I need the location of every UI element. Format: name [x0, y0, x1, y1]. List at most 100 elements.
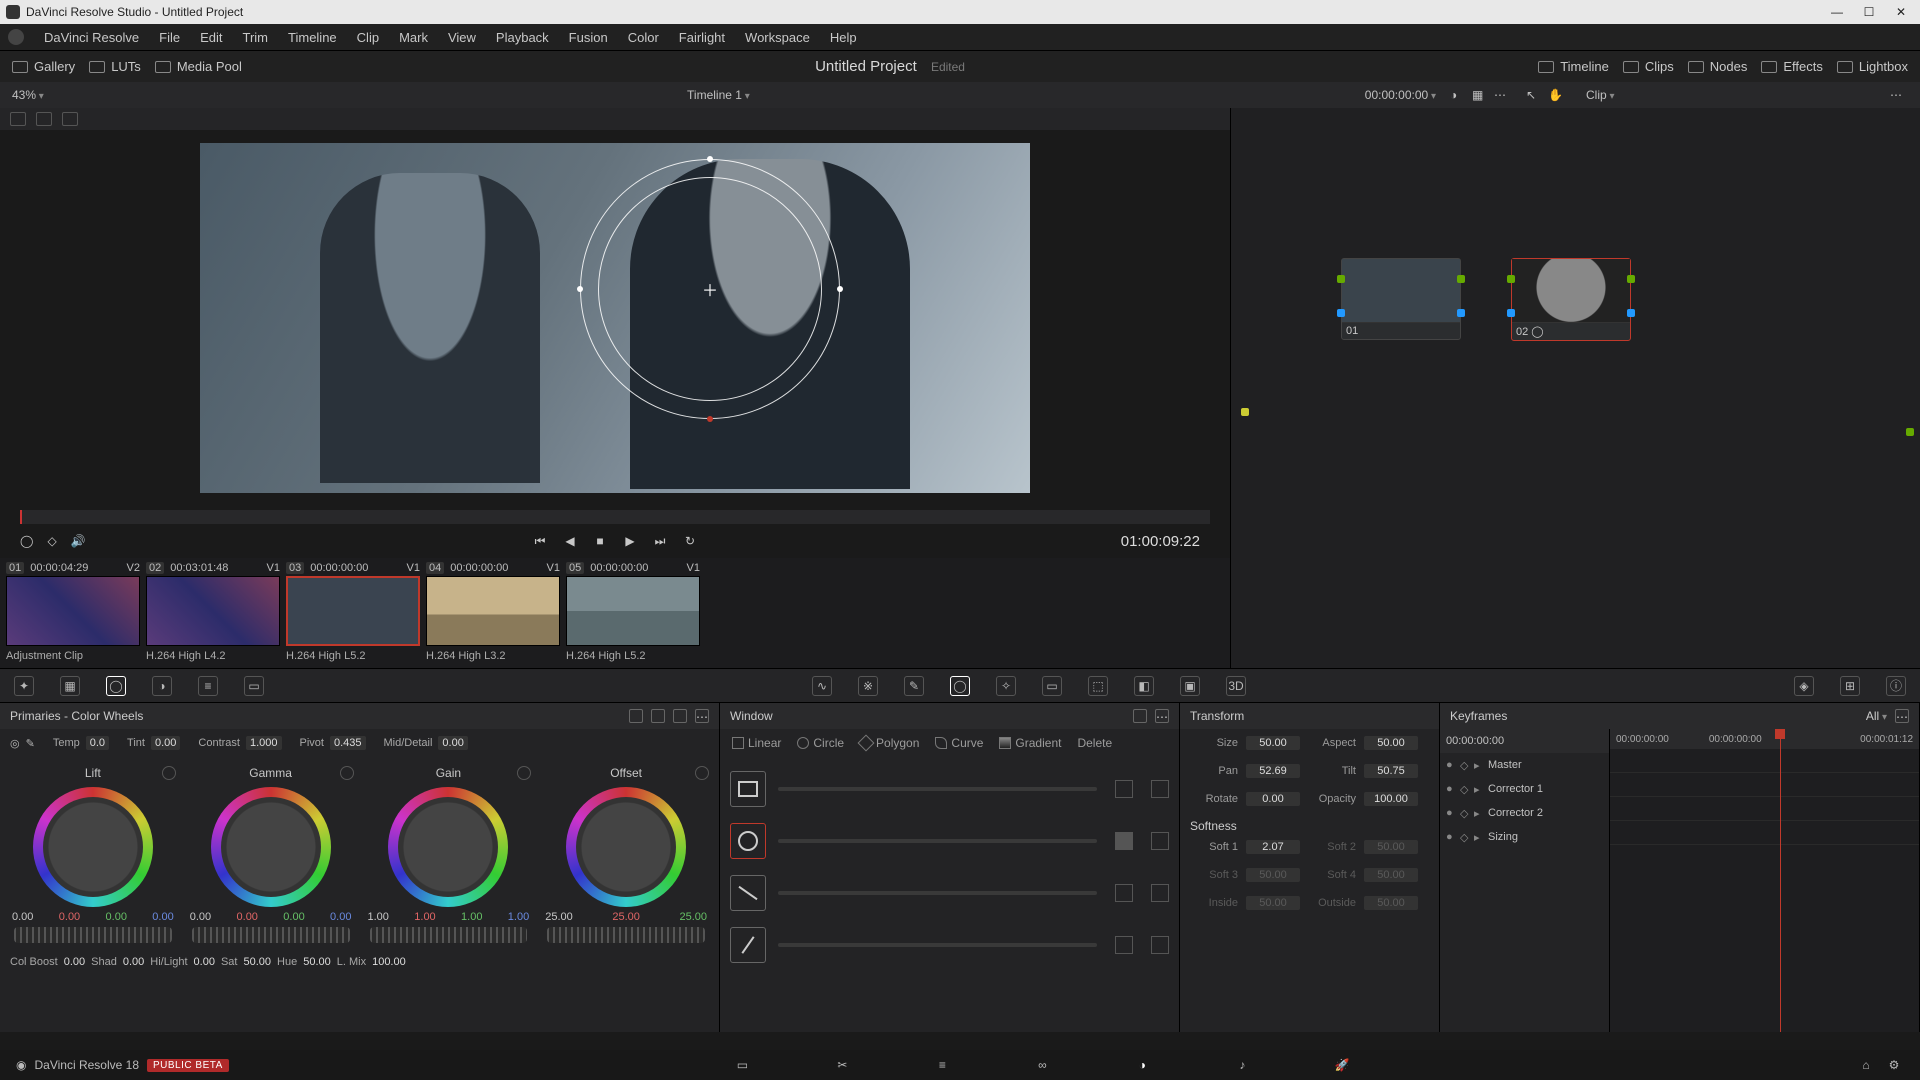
page-edit[interactable]: ≡ [932, 1055, 952, 1075]
menu-fairlight[interactable]: Fairlight [669, 30, 735, 45]
pivot-value[interactable]: 0.435 [330, 736, 366, 750]
node-options-icon[interactable]: ⋯ [1890, 88, 1904, 102]
lmix-value[interactable]: 100.00 [372, 956, 406, 968]
viewer[interactable]: ＋ [0, 130, 1230, 506]
source-output-port[interactable] [1241, 408, 1249, 416]
info-icon[interactable]: ⓘ [1886, 676, 1906, 696]
step-back-button[interactable]: ◀ [562, 533, 578, 549]
aspect-value[interactable]: 50.00 [1364, 736, 1418, 750]
menu-file[interactable]: File [149, 30, 190, 45]
polygon-window-button[interactable]: Polygon [860, 736, 919, 750]
temp-value[interactable]: 0.0 [86, 736, 109, 750]
outside-value[interactable]: 50.00 [1364, 896, 1418, 910]
menu-timeline[interactable]: Timeline [278, 30, 347, 45]
window-item-curve[interactable] [730, 919, 1169, 971]
menu-mark[interactable]: Mark [389, 30, 438, 45]
clip-thumbnail[interactable]: 0100:00:04:29V2 Adjustment Clip [6, 562, 140, 662]
project-settings-button[interactable]: ⚙ [1884, 1055, 1904, 1075]
viewer-timecode[interactable]: 00:00:00:00 [1365, 88, 1436, 102]
reset-icon[interactable] [162, 766, 176, 780]
page-deliver[interactable]: 🚀 [1332, 1055, 1352, 1075]
lightbox-toggle[interactable]: Lightbox [1837, 59, 1908, 74]
soft4-value[interactable]: 50.00 [1364, 868, 1418, 882]
viewer-qualifier-icon[interactable] [10, 112, 26, 126]
clip-thumbnail[interactable]: 0400:00:00:00V1 H.264 High L3.2 [426, 562, 560, 662]
node-graph[interactable]: 01 02 ◯ [1230, 108, 1920, 668]
gradient-window-button[interactable]: Gradient [999, 736, 1061, 750]
color-wheel[interactable] [388, 787, 508, 907]
opacity-value[interactable]: 100.00 [1364, 792, 1418, 806]
page-fusion[interactable]: ∞ [1032, 1055, 1052, 1075]
window-options-icon[interactable]: ⋯ [1155, 709, 1169, 723]
curve-window-button[interactable]: Curve [935, 736, 983, 750]
bypass-grades-icon[interactable]: ◯ [20, 534, 33, 548]
minimise-button[interactable]: — [1830, 5, 1844, 19]
menu-view[interactable]: View [438, 30, 486, 45]
soft1-value[interactable]: 2.07 [1246, 840, 1300, 854]
wheel-gain[interactable]: Gain 1.001.001.001.00 [364, 763, 534, 943]
window-center-icon[interactable]: ＋ [702, 277, 718, 301]
log-mode-icon[interactable] [673, 709, 687, 723]
clip-thumbnail[interactable]: 0500:00:00:00V1 H.264 High L5.2 [566, 562, 700, 662]
clip-thumbnail[interactable]: 0300:00:00:00V1 H.264 High L5.2 [286, 562, 420, 662]
tilt-value[interactable]: 50.75 [1364, 764, 1418, 778]
key-icon[interactable]: ◧ [1134, 676, 1154, 696]
sat-value[interactable]: 50.00 [243, 956, 271, 968]
hdr-wheels-icon[interactable]: ◑ [152, 676, 172, 696]
colboost-value[interactable]: 0.00 [64, 956, 85, 968]
nodes-toggle[interactable]: Nodes [1688, 59, 1748, 74]
menu-help[interactable]: Help [820, 30, 867, 45]
menu-davinciresolve[interactable]: DaVinci Resolve [34, 30, 149, 45]
circle-window-button[interactable]: Circle [797, 736, 844, 750]
node[interactable]: 02 ◯ [1511, 258, 1631, 341]
curves-icon[interactable]: ∿ [812, 676, 832, 696]
tree-output-port[interactable] [1906, 428, 1914, 436]
stop-button[interactable]: ■ [592, 533, 608, 549]
playhead-icon[interactable] [20, 510, 22, 524]
invert-toggle[interactable] [1151, 780, 1169, 798]
viewer-zoom[interactable]: 43% [12, 88, 72, 102]
reset-icon[interactable] [517, 766, 531, 780]
clip-thumbnail[interactable]: 0200:03:01:48V1 H.264 High L4.2 [146, 562, 280, 662]
jog-wheel[interactable] [370, 927, 528, 943]
wheels-mode-icon[interactable] [629, 709, 643, 723]
page-color[interactable]: ◑ [1132, 1055, 1152, 1075]
keyframe-row[interactable]: ●◇▸Corrector 1 [1440, 777, 1609, 801]
menu-clip[interactable]: Clip [347, 30, 389, 45]
mask-toggle[interactable] [1115, 884, 1133, 902]
play-button[interactable]: ▶ [622, 533, 638, 549]
image-wipe-icon[interactable]: ◑ [1450, 88, 1464, 102]
jog-wheel[interactable] [14, 927, 172, 943]
hilight-value[interactable]: 0.00 [194, 956, 215, 968]
viewer-openfx-icon[interactable] [62, 112, 78, 126]
camera-raw-icon[interactable]: ✦ [14, 676, 34, 696]
menu-edit[interactable]: Edit [190, 30, 232, 45]
menu-color[interactable]: Color [618, 30, 669, 45]
warper-icon[interactable]: ※ [858, 676, 878, 696]
window-icon[interactable]: ◯ [950, 676, 970, 696]
soft2-value[interactable]: 50.00 [1364, 840, 1418, 854]
inside-value[interactable]: 50.00 [1246, 896, 1300, 910]
page-fairlight[interactable]: ♪ [1232, 1055, 1252, 1075]
window-item-linear[interactable] [730, 763, 1169, 815]
keyframes-all-dropdown[interactable]: All [1866, 709, 1887, 723]
rgb-mixer-icon[interactable]: ≡ [198, 676, 218, 696]
wheel-offset[interactable]: Offset 25.0025.0025.00 [541, 763, 711, 943]
contrast-value[interactable]: 1.000 [246, 736, 282, 750]
effects-toggle[interactable]: Effects [1761, 59, 1823, 74]
viewer-options-icon[interactable]: ⋯ [1494, 88, 1508, 102]
color-match-icon[interactable]: ▦ [60, 676, 80, 696]
motion-effects-icon[interactable]: ▭ [244, 676, 264, 696]
rotate-value[interactable]: 0.00 [1246, 792, 1300, 806]
keyframe-row[interactable]: ●◇▸Sizing [1440, 825, 1609, 849]
keyframe-row[interactable]: ●◇▸Corrector 2 [1440, 801, 1609, 825]
delete-window-button[interactable]: Delete [1077, 736, 1112, 750]
hand-tool-icon[interactable]: ✋ [1548, 88, 1562, 102]
invert-toggle[interactable] [1151, 936, 1169, 954]
keyframes-options-icon[interactable]: ⋯ [1895, 709, 1909, 723]
menu-playback[interactable]: Playback [486, 30, 559, 45]
primaries-options-icon[interactable]: ⋯ [695, 709, 709, 723]
sizing-icon[interactable]: ▣ [1180, 676, 1200, 696]
mask-toggle[interactable] [1115, 832, 1133, 850]
page-cut[interactable]: ✂ [832, 1055, 852, 1075]
